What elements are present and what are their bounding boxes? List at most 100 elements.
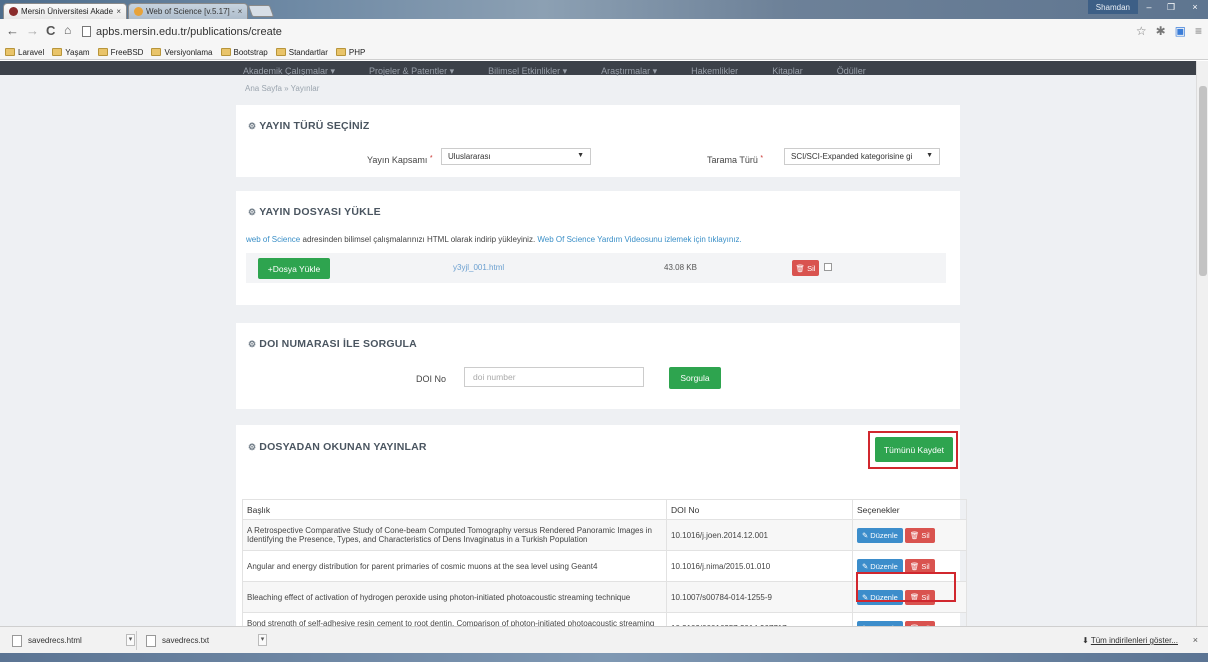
bookmark-label: FreeBSD (110, 47, 144, 57)
scan-type-label-text: Tarama Türü (707, 155, 758, 165)
bookmark-label: Versiyonlama (164, 47, 213, 57)
translate-icon[interactable]: ▣ (1175, 24, 1186, 38)
card-title-text: YAYIN TÜRÜ SEÇİNİZ (259, 120, 370, 132)
downloads-bar: savedrecs.html ▾ savedrecs.txt ▾ ⬇ Tüm i… (0, 626, 1208, 653)
row-actions: ✎Düzenle🗑Sil (852, 519, 967, 551)
column-header: DOI No (666, 499, 853, 520)
delete-file-button[interactable]: 🗑 Sil (792, 260, 819, 276)
upload-file-button[interactable]: +Dosya Yükle (258, 258, 330, 279)
card-title-text: YAYIN DOSYASI YÜKLE (259, 206, 381, 218)
folder-icon (335, 48, 346, 56)
download-item[interactable]: savedrecs.txt (140, 631, 256, 650)
forward-arrow-icon[interactable]: → (26, 23, 39, 38)
uploaded-file-name[interactable]: y3yjl_001.html (453, 263, 504, 272)
nav-oduller[interactable]: Ödüller (837, 67, 866, 76)
publication-doi: 10.3109/00016357.2014.967717 (666, 612, 853, 626)
bookmark-label: Bootstrap (233, 47, 268, 57)
scope-select[interactable]: Uluslararası ▼ (441, 148, 591, 165)
os-taskbar (0, 653, 1208, 662)
file-icon (146, 634, 156, 647)
doi-label: DOI No (416, 374, 447, 384)
star-icon[interactable]: ☆ (1136, 24, 1147, 38)
scope-label-text: Yayın Kapsamı (367, 155, 428, 165)
new-tab-button[interactable] (247, 5, 275, 17)
extension-icon[interactable]: ✱ (1156, 24, 1166, 38)
column-header: Başlık (242, 499, 667, 520)
tab-close-icon[interactable]: × (238, 7, 243, 16)
nav-etkinlikler[interactable]: Bilimsel Etkinlikler ▾ (488, 67, 567, 76)
nav-arastirmalar[interactable]: Araştırmalar ▾ (601, 67, 657, 76)
scan-type-select[interactable]: SCI/SCI-Expanded kategorisine gi ▼ (784, 148, 940, 165)
download-menu-arrow[interactable]: ▾ (126, 634, 135, 646)
bookmark-label: Laravel (18, 47, 45, 57)
query-button[interactable]: Sorgula (669, 367, 721, 389)
home-icon[interactable]: ⌂ (64, 23, 71, 37)
delete-label: Sil (921, 530, 930, 540)
bookmark-standartlar[interactable]: Standartlar (275, 48, 328, 57)
scan-type-select-value: SCI/SCI-Expanded kategorisine gi (791, 152, 913, 161)
upload-row: +Dosya Yükle y3yjl_001.html 43.08 KB 🗑 S… (246, 253, 946, 283)
bookmark-yasam[interactable]: Yaşam (52, 47, 90, 57)
folder-icon (52, 48, 63, 56)
edit-icon: ✎ (862, 530, 869, 540)
tab-title: Mersin Üniversitesi Akade (21, 7, 114, 16)
browser-tab-inactive[interactable]: Web of Science [v.5.17] - × (128, 3, 248, 19)
folder-icon (151, 48, 162, 56)
delete-label: Sil (921, 561, 930, 571)
folder-icon (5, 48, 15, 56)
bookmark-freebsd[interactable]: FreeBSD (97, 47, 144, 57)
edit-button[interactable]: ✎Düzenle (857, 527, 903, 543)
table-header-row: Başlık DOI No Seçenekler (242, 499, 967, 520)
help-video-link[interactable]: Web Of Science Yardım Videosunu izlemek … (537, 235, 741, 244)
scope-label: Yayın Kapsamı * (367, 155, 433, 165)
publication-doi: 10.1016/j.nima/2015.01.010 (666, 550, 853, 582)
bookmark-label: Yaşam (65, 47, 90, 57)
doi-query-card: ⚙ DOI NUMARASI İLE SORGULA DOI No doi num… (236, 323, 960, 409)
back-arrow-icon[interactable]: ← (6, 23, 19, 38)
publications-card: ⚙ DOSYADAN OKUNAN YAYINLAR Tümünü Kaydet … (236, 425, 967, 626)
cogs-icon: ⚙ (248, 207, 257, 217)
edit-label: Düzenle (870, 561, 898, 571)
save-all-button[interactable]: Tümünü Kaydet (875, 437, 953, 462)
caret-down-icon: ▼ (577, 152, 584, 159)
breadcrumb[interactable]: Ana Sayfa » Yayınlar (245, 84, 319, 93)
minimize-icon[interactable]: – (1138, 0, 1160, 14)
nav-kitaplar[interactable]: Kitaplar (772, 67, 803, 76)
trash-icon: 🗑 (909, 561, 920, 571)
page-scrollbar[interactable] (1196, 61, 1208, 626)
doi-input[interactable]: doi number (464, 367, 644, 387)
profile-name[interactable]: Shamdan (1087, 0, 1138, 14)
bookmark-php[interactable]: PHP (335, 48, 365, 57)
publication-title: Angular and energy distribution for pare… (242, 550, 667, 582)
menu-icon[interactable]: ≡ (1195, 24, 1202, 38)
scrollbar-thumb[interactable] (1199, 86, 1207, 276)
nav-hakemlikler[interactable]: Hakemlikler (691, 67, 738, 76)
address-bar[interactable]: apbs.mersin.edu.tr/publications/create (82, 23, 1118, 40)
card-title: ⚙ DOSYADAN OKUNAN YAYINLAR (248, 441, 427, 453)
reload-icon[interactable]: C (46, 23, 55, 38)
site-favicon-icon (9, 7, 18, 16)
window-close-icon[interactable]: × (1182, 0, 1208, 14)
download-item[interactable]: savedrecs.html (6, 631, 126, 650)
tab-close-icon[interactable]: × (116, 7, 121, 16)
restore-icon[interactable]: ❐ (1160, 0, 1182, 14)
delete-button[interactable]: 🗑Sil (904, 527, 935, 543)
browser-tab-active[interactable]: Mersin Üniversitesi Akade × (3, 3, 127, 19)
bookmark-laravel[interactable]: Laravel (5, 48, 44, 57)
bookmark-versiyonlama[interactable]: Versiyonlama (151, 47, 213, 57)
download-separator (136, 631, 137, 650)
page-viewport: Akademik Çalışmalar ▾ Projeler & Patentl… (0, 61, 1196, 626)
wos-link[interactable]: web of Science (246, 235, 300, 244)
file-checkbox[interactable] (824, 263, 832, 271)
main-navigation: Akademik Çalışmalar ▾ Projeler & Patentl… (0, 61, 1196, 76)
bookmark-bootstrap[interactable]: Bootstrap (220, 47, 268, 57)
nav-projeler[interactable]: Projeler & Patentler ▾ (369, 67, 454, 76)
show-all-downloads-link[interactable]: ⬇ Tüm indirilenleri göster... (1082, 636, 1178, 645)
nav-akademik[interactable]: Akademik Çalışmalar ▾ (243, 67, 335, 76)
close-downloads-icon[interactable]: × (1193, 635, 1198, 645)
download-menu-arrow[interactable]: ▾ (258, 634, 267, 646)
folder-icon (275, 48, 286, 56)
window-controls: Shamdan – ❐ × (1087, 0, 1208, 17)
card-title-text: DOSYADAN OKUNAN YAYINLAR (259, 441, 427, 453)
toolbar-actions: ☆ ✱ ▣ ≡ (1136, 24, 1202, 38)
